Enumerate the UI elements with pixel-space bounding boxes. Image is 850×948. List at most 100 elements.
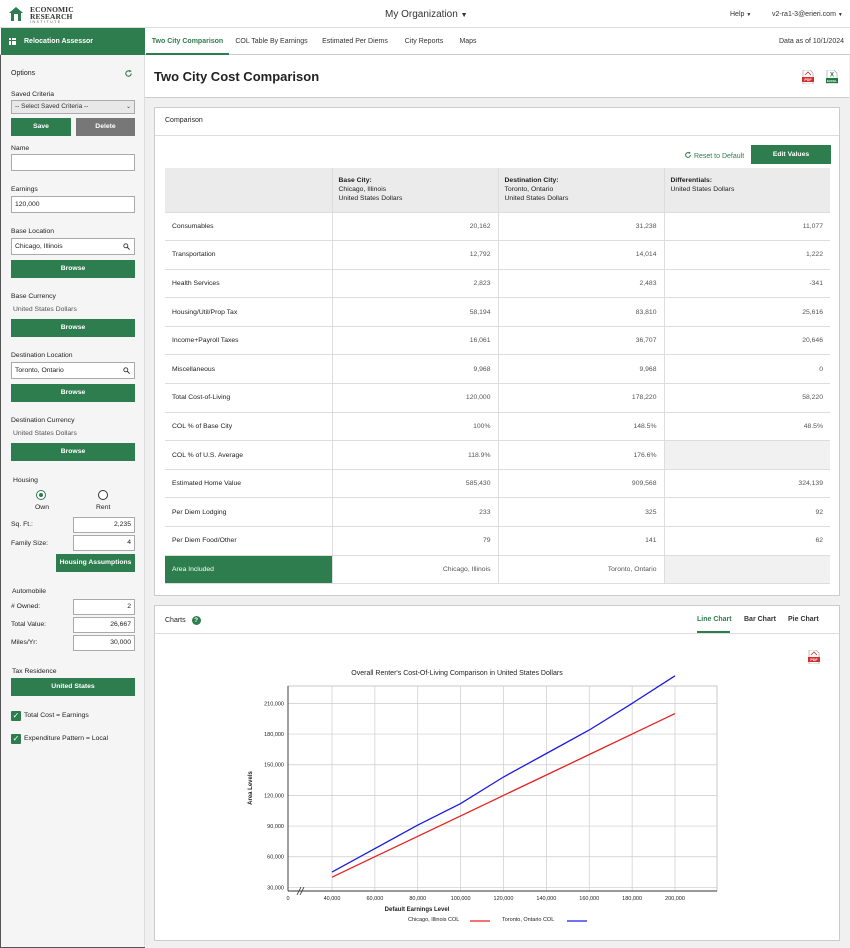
comparison-panel: Comparison Reset to Default Edit Values … [154, 107, 840, 596]
base-location-field[interactable]: Chicago, Illinois [11, 238, 135, 255]
table-row: Per Diem Lodging 233 325 92 [165, 497, 830, 528]
tab-two-city-comparison[interactable]: Two City Comparison [146, 28, 229, 55]
x-tick-label: 160,000 [579, 896, 599, 902]
destination-value: Toronto, Ontario [498, 554, 665, 585]
y-tick-label: 210,000 [264, 701, 284, 707]
family-size-field[interactable]: 4 [73, 535, 135, 551]
name-field[interactable] [11, 154, 135, 171]
app-menu-button[interactable]: Relocation Assessor [1, 28, 145, 55]
differential-value: 92 [664, 497, 830, 528]
browse-base-location-button[interactable]: Browse [11, 260, 135, 278]
tax-residence-button[interactable]: United States [11, 678, 135, 696]
organization-dropdown[interactable]: My Organization ▼ [385, 9, 468, 20]
save-button[interactable]: Save [11, 118, 71, 136]
differential-value: -341 [664, 269, 830, 299]
owned-field[interactable]: 2 [73, 599, 135, 615]
brand-logo[interactable]: ECONOMIC RESEARCH INSTITUTE [8, 3, 78, 25]
total-value-field[interactable]: 26,667 [73, 617, 135, 633]
saved-criteria-select[interactable]: -- Select Saved Criteria -- ⌄ [11, 100, 135, 114]
y-tick-label: 90,000 [267, 824, 284, 830]
delete-button[interactable]: Delete [76, 118, 135, 136]
options-heading: Options [11, 70, 36, 77]
destination-value: 178,220 [498, 383, 665, 413]
table-row: Estimated Home Value 585,430 909,568 324,13… [165, 469, 830, 499]
housing-assumptions-button[interactable]: Housing Assumptions [56, 554, 135, 572]
x-tick-label: 0 [286, 896, 289, 902]
pdf-export-icon[interactable]: PDF [802, 70, 814, 84]
y-tick-label: 120,000 [264, 793, 284, 799]
edit-values-button[interactable]: Edit Values [751, 145, 831, 164]
expenditure-pattern-checkbox[interactable]: ✓ [11, 734, 21, 744]
total-cost-label: Total Cost = Earnings [24, 712, 89, 719]
page-header: Two City Cost Comparison PDF X EXCEL [145, 55, 849, 98]
refresh-icon[interactable] [124, 69, 133, 78]
base-location-label: Base Location [11, 228, 55, 235]
base-value: 12,792 [332, 240, 499, 270]
destination-value: 36,707 [498, 326, 665, 356]
sqft-field[interactable]: 2,235 [73, 517, 135, 533]
area-included-row: Area Included Chicago, Illinois Toronto, O… [165, 554, 830, 585]
row-label: Per Diem Food/Other [165, 526, 333, 556]
user-menu[interactable]: v2-ra1-3@erieri.com ▼ [772, 11, 843, 18]
row-label: Consumables [165, 212, 333, 242]
differential-value: 1,222 [664, 240, 830, 270]
name-label: Name [11, 145, 30, 152]
reset-icon [685, 151, 691, 158]
svg-text:EXCEL: EXCEL [827, 79, 837, 83]
x-tick-label: 180,000 [622, 896, 642, 902]
divider [155, 135, 839, 136]
top-bar: ECONOMIC RESEARCH INSTITUTE My Organizat… [0, 0, 850, 28]
comparison-panel-title: Comparison [165, 117, 203, 124]
destination-value: 148.5% [498, 411, 665, 442]
row-label: COL % of Base City [165, 411, 333, 442]
total-cost-checkbox[interactable]: ✓ [11, 711, 21, 721]
browse-base-currency-button[interactable]: Browse [11, 319, 135, 337]
tab-maps[interactable]: Maps [455, 28, 481, 55]
base-value: 16,061 [332, 326, 499, 356]
base-value: 2,823 [332, 269, 499, 299]
x-tick-label: 200,000 [665, 896, 685, 902]
housing-own-label: Own [35, 504, 49, 511]
earnings-field[interactable]: 120,000 [11, 196, 135, 213]
logo-subtext: INSTITUTE [30, 20, 62, 24]
table-header-blank [165, 168, 333, 213]
svg-text:X: X [830, 73, 834, 79]
tab-col-table-by-earnings[interactable]: COL Table By Earnings [231, 28, 312, 55]
miles-label: Miles/Yr: [11, 639, 38, 646]
data-as-of: Data as of 10/1/2024 [779, 38, 844, 45]
automobile-label: Automobile [12, 588, 47, 595]
tab-estimated-per-diems[interactable]: Estimated Per Diems [316, 28, 394, 55]
differential-value: 58,220 [664, 383, 830, 413]
housing-own-radio[interactable] [36, 490, 46, 500]
miles-field[interactable]: 30,000 [73, 635, 135, 651]
row-label: Total Cost-of-Living [165, 383, 333, 413]
x-tick-label: 100,000 [451, 896, 471, 902]
help-menu[interactable]: Help ▼ [730, 11, 751, 18]
tab-city-reports[interactable]: City Reports [399, 28, 449, 55]
sqft-label: Sq. Ft.: [11, 521, 33, 528]
main-content: Two City Cost Comparison PDF X EXCEL Comp… [145, 55, 850, 948]
housing-rent-radio[interactable] [98, 490, 108, 500]
reset-to-default-link[interactable]: Reset to Default [684, 151, 744, 160]
row-label: Estimated Home Value [165, 469, 333, 499]
line-chart: Overall Renter's Cost-Of-Living Comparis… [248, 670, 718, 923]
chevron-down-icon: ▼ [837, 12, 843, 18]
row-label: Miscellaneous [165, 354, 333, 385]
expenditure-pattern-label: Expenditure Pattern = Local [24, 735, 109, 742]
row-label: Housing/Util/Prop Tax [165, 297, 333, 327]
destination-value: 83,810 [498, 297, 665, 327]
table-row: Per Diem Food/Other 79 141 62 [165, 526, 830, 556]
search-icon[interactable] [123, 243, 130, 250]
tax-residence-label: Tax Residence [12, 668, 57, 675]
table-row: Miscellaneous 9,968 9,968 0 [165, 354, 830, 385]
table-row: Transportation 12,792 14,014 1,222 [165, 240, 830, 270]
browse-destination-currency-button[interactable]: Browse [11, 443, 135, 461]
logo-icon [9, 7, 23, 21]
browse-destination-location-button[interactable]: Browse [11, 384, 135, 402]
search-icon[interactable] [123, 367, 130, 374]
base-value: 9,968 [332, 354, 499, 385]
family-size-label: Family Size: [11, 540, 49, 547]
destination-location-field[interactable]: Toronto, Ontario [11, 362, 135, 379]
excel-export-icon[interactable]: XEXCEL [826, 70, 838, 84]
table-row: Health Services 2,823 2,483 -341 [165, 269, 830, 299]
